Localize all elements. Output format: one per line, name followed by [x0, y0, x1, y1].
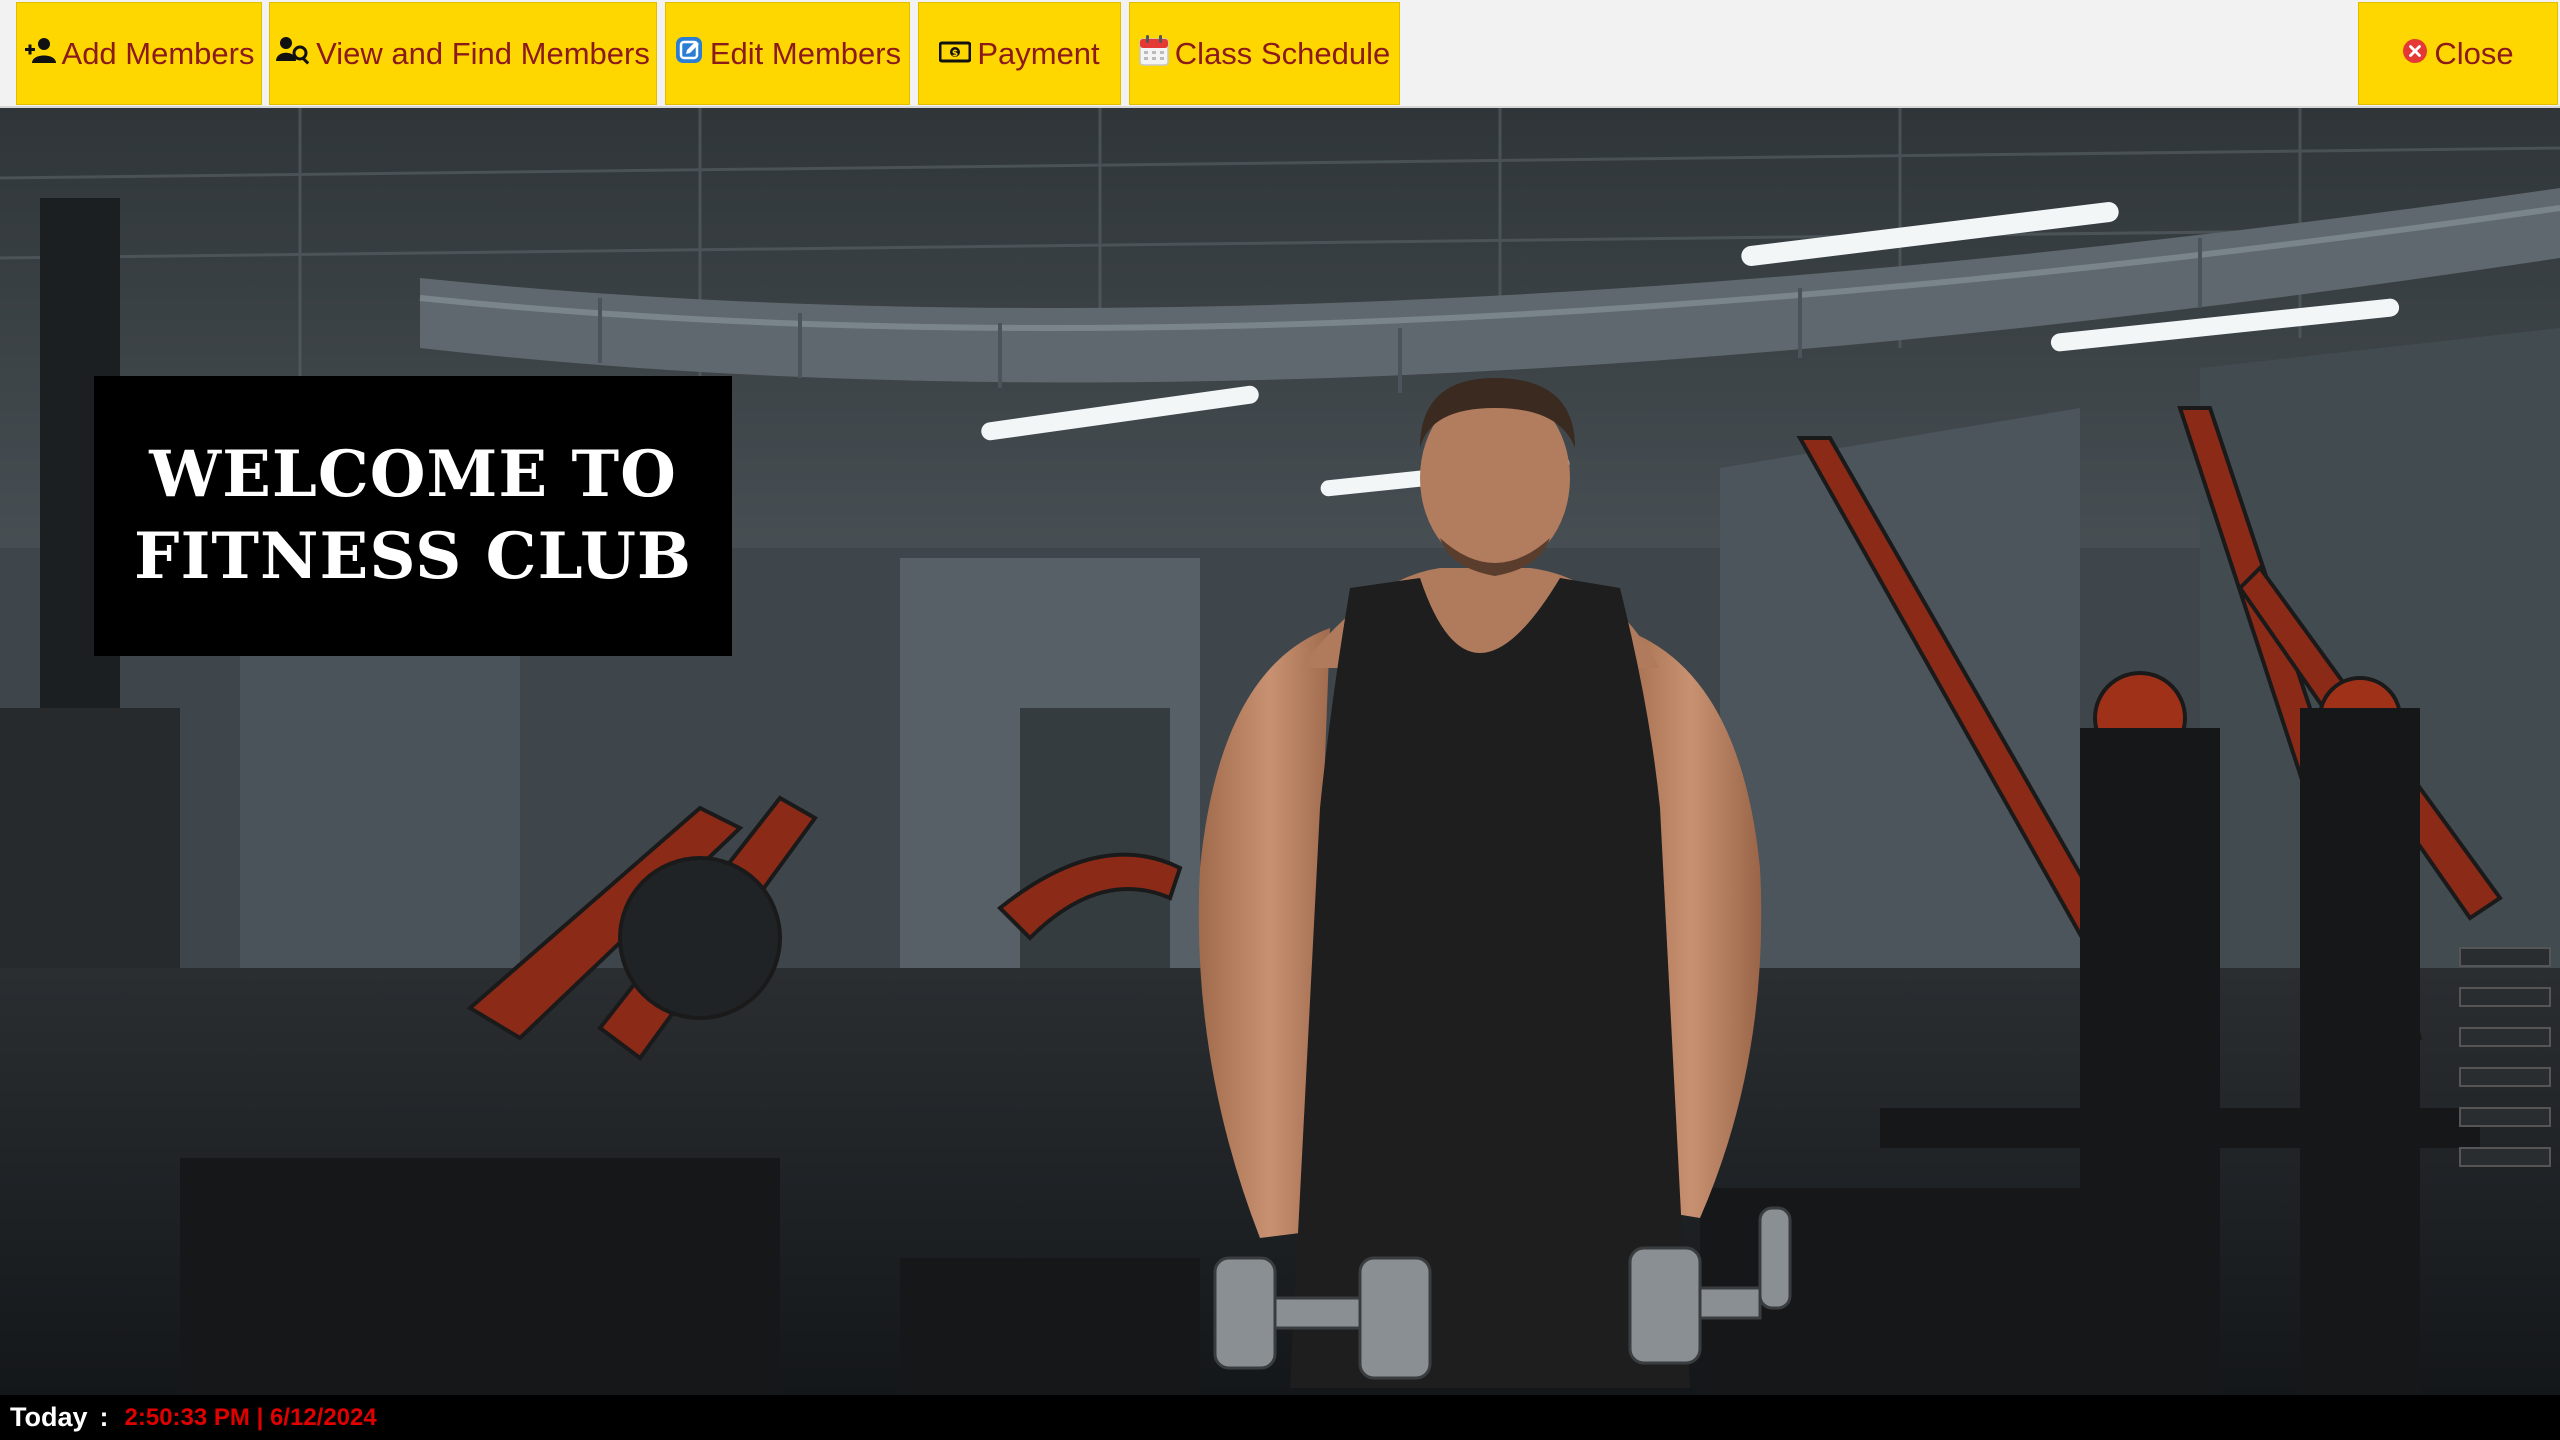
edit-icon: [674, 35, 704, 73]
class-schedule-label: Class Schedule: [1174, 35, 1391, 71]
edit-members-button[interactable]: Edit Members: [665, 2, 910, 105]
svg-text:$: $: [952, 49, 958, 59]
gym-photo-illustration: [0, 108, 2560, 1395]
today-label: Today: [10, 1402, 88, 1432]
status-bar: Today : 2:50:33 PM | 6/12/2024: [0, 1395, 2560, 1440]
payment-label: Payment: [977, 35, 1100, 71]
close-label: Close: [2434, 35, 2514, 71]
welcome-line-1: WELCOME TO: [149, 437, 677, 512]
calendar-icon: [1139, 34, 1169, 74]
view-find-members-label: View and Find Members: [316, 35, 650, 71]
user-plus-icon: [24, 36, 56, 72]
view-find-members-button[interactable]: View and Find Members: [269, 2, 657, 105]
gym-background-image: WELCOME TO FITNESS CLUB: [0, 108, 2560, 1395]
welcome-line-2: FITNESS CLUB: [134, 519, 692, 594]
welcome-banner: WELCOME TO FITNESS CLUB: [94, 376, 732, 656]
edit-members-label: Edit Members: [709, 35, 902, 71]
users-search-icon: [276, 35, 310, 73]
close-circle-icon: [2402, 36, 2428, 72]
class-schedule-button[interactable]: Class Schedule: [1129, 2, 1400, 105]
today-separator: :: [99, 1402, 109, 1432]
money-bill-icon: $: [938, 36, 972, 72]
top-toolbar: Add Members View and Find Members Edit M…: [0, 0, 2560, 108]
add-members-button[interactable]: Add Members: [16, 2, 262, 105]
current-datetime: 2:50:33 PM | 6/12/2024: [124, 1403, 377, 1431]
payment-button[interactable]: $ Payment: [918, 2, 1121, 105]
add-members-label: Add Members: [61, 35, 255, 71]
close-button[interactable]: Close: [2358, 2, 2558, 105]
